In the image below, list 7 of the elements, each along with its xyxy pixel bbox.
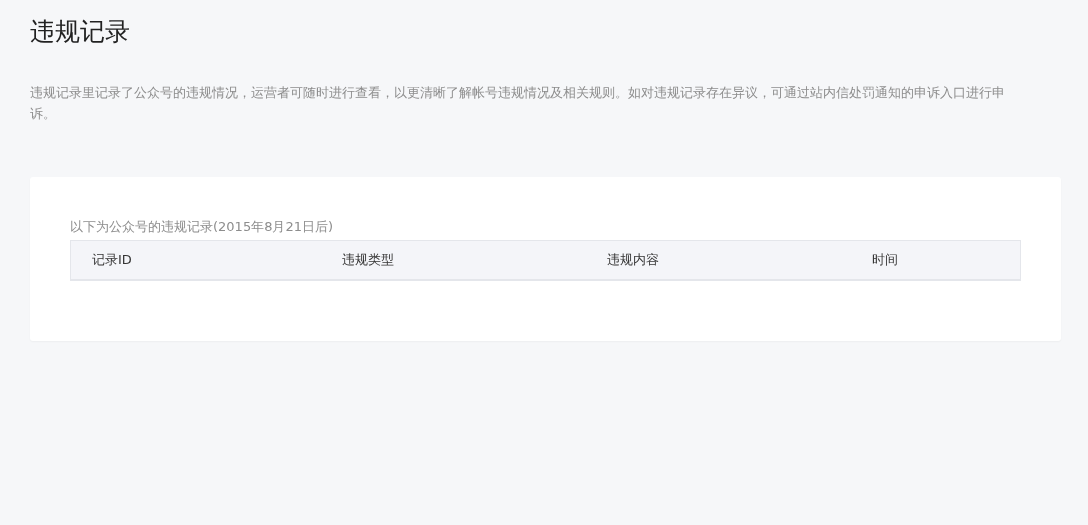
column-header: 违规内容 (607, 251, 660, 269)
column-header: 违规类型 (342, 251, 395, 269)
description-text: 违规记录里记录了公众号的违规情况，运营者可随时进行查看，以更清晰了解帐号违规情况及相关规则。如对违规记录存在异议，可通过站内信处罚通知的申诉入口进行申诉。 (30, 84, 1006, 123)
column-header: 时间 (872, 251, 899, 269)
records-caption: 以下为公众号的违规记录(2015年8月21日后) (70, 218, 335, 236)
column-header: 记录ID (92, 251, 133, 269)
page-title: 违规记录 (30, 16, 131, 48)
